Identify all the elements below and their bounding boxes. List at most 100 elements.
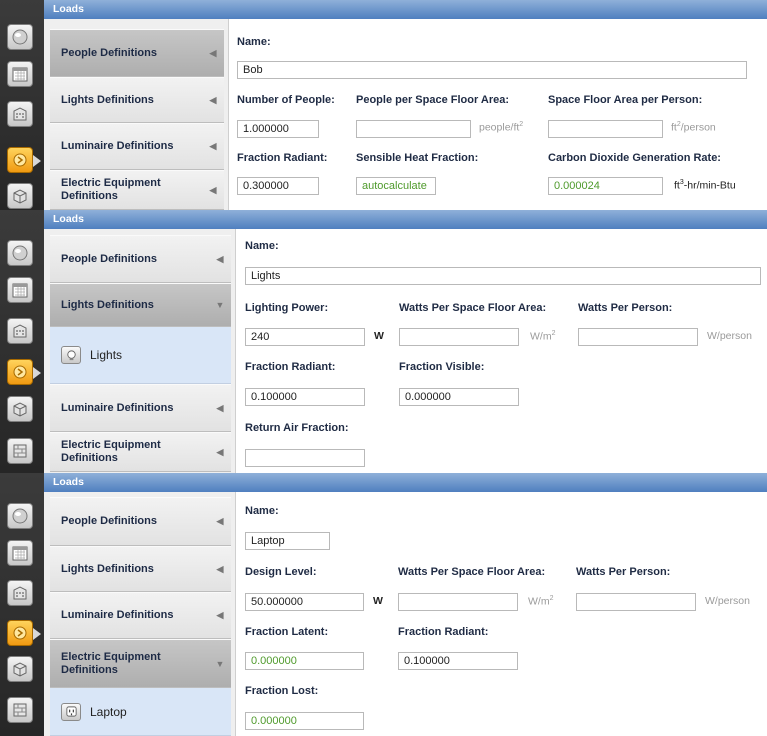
- electric-equipment-panel: Loads People Definitions ◀ Lights Definit…: [0, 473, 767, 736]
- people-form: Name: Bob Number of People: People per S…: [228, 19, 767, 210]
- expand-arrow-icon[interactable]: ▼: [209, 300, 231, 310]
- area-per-person-input[interactable]: [548, 120, 663, 138]
- construction-icon[interactable]: [7, 697, 33, 723]
- fraction-lost-label: Fraction Lost:: [245, 685, 319, 697]
- nav-lights-definitions[interactable]: Lights Definitions ◀: [50, 546, 231, 592]
- design-level-unit: W: [373, 595, 383, 607]
- nav-label: Lights Definitions: [61, 298, 154, 311]
- number-of-people-label: Number of People:: [237, 94, 335, 106]
- watts-per-area-input[interactable]: [399, 328, 519, 346]
- name-input[interactable]: Lights: [245, 267, 761, 285]
- laptop-list-item[interactable]: Laptop: [50, 688, 231, 736]
- loads-icon[interactable]: [7, 620, 41, 646]
- name-input[interactable]: Bob: [237, 61, 747, 79]
- nav-label: Lights Definitions: [61, 562, 154, 575]
- fraction-radiant-input[interactable]: 0.300000: [237, 177, 319, 195]
- fraction-latent-input[interactable]: 0.000000: [245, 652, 364, 670]
- nav-lights-definitions[interactable]: Lights Definitions ◀: [50, 77, 224, 123]
- number-of-people-input[interactable]: 1.000000: [237, 120, 319, 138]
- nav-label: People Definitions: [61, 252, 157, 265]
- lights-form: Name: Lights Lighting Power: Watts Per S…: [235, 229, 767, 473]
- watts-per-area-input[interactable]: [398, 593, 518, 611]
- nav-people-definitions[interactable]: People Definitions ◀: [50, 29, 224, 77]
- box-icon[interactable]: [7, 183, 33, 209]
- calendar-icon[interactable]: [7, 277, 33, 303]
- loads-icon[interactable]: [7, 147, 41, 173]
- definitions-list: People Definitions ◀ Lights Definitions ▼ …: [44, 229, 235, 473]
- sensible-heat-fraction-label: Sensible Heat Fraction:: [356, 152, 479, 164]
- sphere-icon[interactable]: [7, 503, 33, 529]
- nav-luminaire-definitions[interactable]: Luminaire Definitions ◀: [50, 384, 231, 432]
- collapse-arrow-icon[interactable]: ◀: [202, 141, 224, 152]
- building-icon[interactable]: [7, 318, 33, 344]
- watts-per-person-input[interactable]: [578, 328, 698, 346]
- building-icon[interactable]: [7, 101, 33, 127]
- nav-luminaire-definitions[interactable]: Luminaire Definitions ◀: [50, 123, 224, 170]
- fraction-visible-label: Fraction Visible:: [399, 361, 485, 373]
- fraction-radiant-input[interactable]: 0.100000: [245, 388, 365, 406]
- electric-equipment-form: Name: Laptop Design Level: Watts Per Spa…: [235, 492, 767, 736]
- watts-per-person-input[interactable]: [576, 593, 696, 611]
- lights-panel: Loads People Definitions ◀ Lights Definit…: [0, 210, 767, 473]
- fraction-radiant-label: Fraction Radiant:: [398, 626, 489, 638]
- design-level-input[interactable]: 50.000000: [245, 593, 364, 611]
- nav-people-definitions[interactable]: People Definitions ◀: [50, 235, 231, 283]
- box-icon[interactable]: [7, 396, 33, 422]
- sensible-heat-fraction-input[interactable]: autocalculate: [356, 177, 436, 195]
- item-label: Laptop: [90, 704, 127, 719]
- fraction-radiant-label: Fraction Radiant:: [237, 152, 328, 164]
- collapse-arrow-icon[interactable]: ◀: [202, 185, 224, 196]
- collapse-arrow-icon[interactable]: ◀: [209, 403, 231, 414]
- collapse-arrow-icon[interactable]: ◀: [209, 447, 231, 458]
- watts-per-person-unit: W/person: [705, 595, 750, 607]
- watts-per-person-label: Watts Per Person:: [578, 302, 673, 314]
- collapse-arrow-icon[interactable]: ◀: [209, 564, 231, 575]
- loads-header: Loads: [44, 473, 767, 492]
- box-icon[interactable]: [7, 656, 33, 682]
- nav-label: Electric Equipment Definitions: [61, 650, 161, 676]
- people-panel: Loads People Definitions ◀ Lights Definit…: [0, 0, 767, 210]
- expand-arrow-icon[interactable]: ▼: [209, 659, 231, 669]
- sphere-icon[interactable]: [7, 240, 33, 266]
- return-air-fraction-label: Return Air Fraction:: [245, 422, 349, 434]
- nav-people-definitions[interactable]: People Definitions ◀: [50, 497, 231, 546]
- fraction-latent-label: Fraction Latent:: [245, 626, 329, 638]
- nav-electric-equipment-definitions[interactable]: Electric Equipment Definitions ◀: [50, 432, 231, 472]
- calendar-icon[interactable]: [7, 540, 33, 566]
- co2-generation-rate-input[interactable]: 0.000024: [548, 177, 663, 195]
- fraction-visible-input[interactable]: 0.000000: [399, 388, 519, 406]
- co2-unit: ft3-hr/min-Btu: [674, 179, 736, 192]
- fraction-radiant-input[interactable]: 0.100000: [398, 652, 518, 670]
- sphere-icon[interactable]: [7, 24, 33, 50]
- return-air-fraction-input[interactable]: [245, 449, 365, 467]
- lighting-power-unit: W: [374, 330, 384, 342]
- area-per-person-unit: ft2/person: [671, 121, 716, 134]
- nav-electric-equipment-definitions[interactable]: Electric Equipment Definitions ◀: [50, 170, 224, 210]
- lighting-power-input[interactable]: 240: [245, 328, 365, 346]
- collapse-arrow-icon[interactable]: ◀: [209, 516, 231, 527]
- loads-header: Loads: [44, 210, 767, 229]
- nav-label: Luminaire Definitions: [61, 401, 174, 414]
- nav-label: Luminaire Definitions: [61, 140, 174, 152]
- collapse-arrow-icon[interactable]: ◀: [202, 48, 224, 59]
- people-per-area-unit: people/ft2: [479, 121, 524, 134]
- watts-per-area-unit: W/m2: [528, 595, 554, 608]
- collapse-arrow-icon[interactable]: ◀: [202, 95, 224, 106]
- collapse-arrow-icon[interactable]: ◀: [209, 254, 231, 265]
- fraction-radiant-label: Fraction Radiant:: [245, 361, 336, 373]
- nav-luminaire-definitions[interactable]: Luminaire Definitions ◀: [50, 592, 231, 639]
- nav-label: Lights Definitions: [61, 93, 154, 106]
- watts-per-area-unit: W/m2: [530, 330, 556, 343]
- fraction-lost-input[interactable]: 0.000000: [245, 712, 364, 730]
- name-input[interactable]: Laptop: [245, 532, 330, 550]
- name-label: Name:: [237, 36, 271, 48]
- nav-lights-definitions[interactable]: Lights Definitions ▼: [50, 283, 231, 327]
- loads-icon[interactable]: [7, 359, 41, 385]
- building-icon[interactable]: [7, 580, 33, 606]
- people-per-area-input[interactable]: [356, 120, 471, 138]
- calendar-icon[interactable]: [7, 61, 33, 87]
- lights-list-item[interactable]: Lights: [50, 327, 231, 384]
- nav-electric-equipment-definitions[interactable]: Electric Equipment Definitions ▼: [50, 639, 231, 688]
- collapse-arrow-icon[interactable]: ◀: [209, 610, 231, 621]
- construction-icon[interactable]: [7, 438, 33, 464]
